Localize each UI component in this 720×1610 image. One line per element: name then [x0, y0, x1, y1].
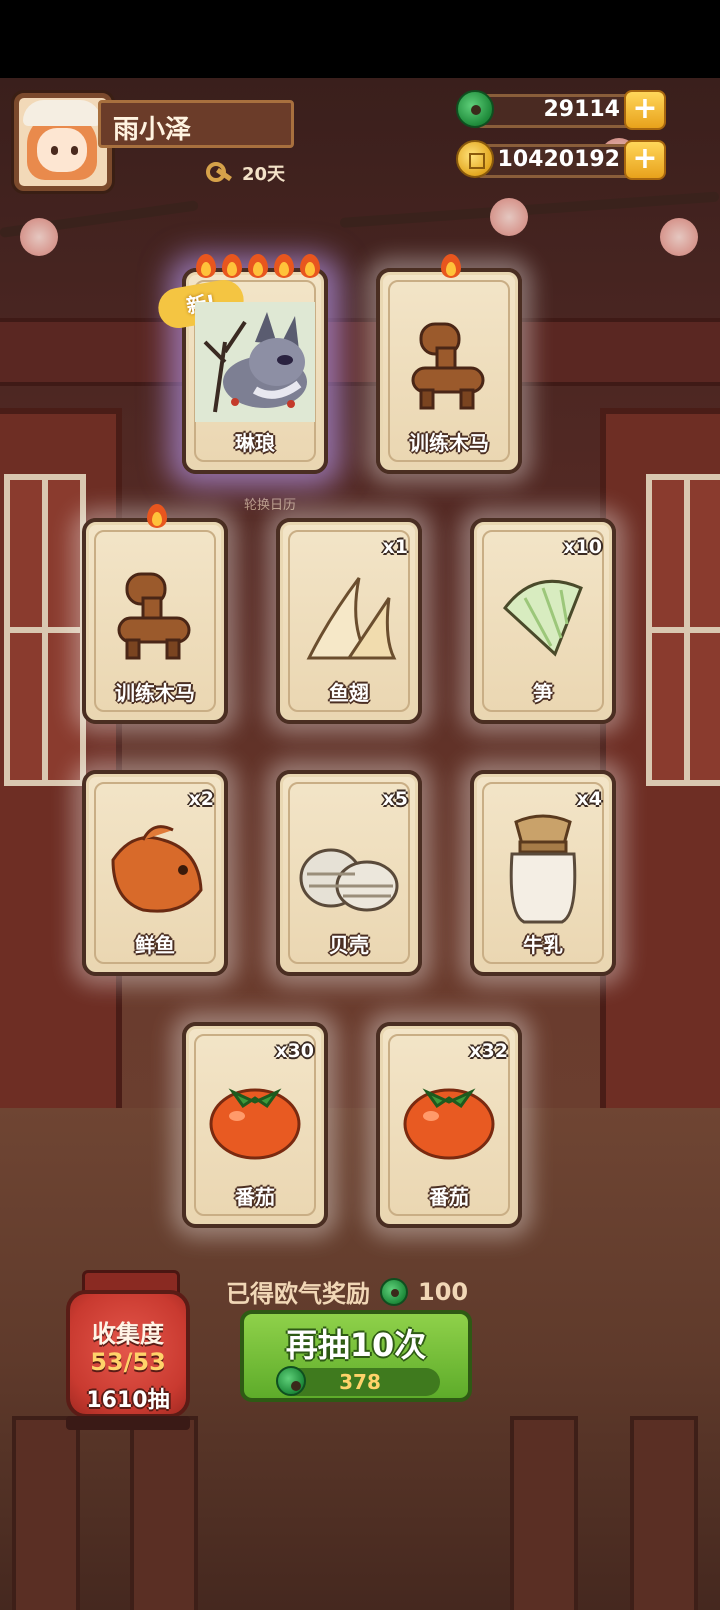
avatar-face: [37, 128, 87, 172]
card-quantity: x30: [275, 1040, 314, 1062]
door-lattice: [4, 474, 86, 786]
railing-post: [130, 1416, 198, 1610]
card-quantity: x2: [188, 788, 214, 810]
flame-icon: [298, 250, 322, 280]
reward-amount: 100: [418, 1277, 469, 1306]
bamboo-shoot-icon: [502, 579, 583, 657]
card-linlang[interactable]: 新! 琳琅: [155, 254, 328, 474]
card-label: 番茄: [429, 1185, 469, 1209]
avatar-eye: [71, 146, 78, 155]
gold-currency: 10420192 +: [456, 140, 666, 180]
card-milk[interactable]: x4 牛乳: [470, 770, 616, 976]
jade-coin-icon: [380, 1277, 408, 1306]
card-quantity: x10: [563, 536, 602, 558]
flame-icon: [194, 250, 218, 280]
flame-icon: [145, 500, 169, 530]
lantern-stand: [66, 1416, 190, 1430]
gold-coin-icon: [456, 140, 494, 178]
draw-cost-value: 378: [339, 1370, 381, 1394]
tree-branch: [339, 191, 720, 228]
card-label: 训练木马: [409, 431, 489, 455]
door-lattice: [646, 474, 720, 786]
avatar-hat: [23, 100, 101, 126]
collection-lantern[interactable]: 收集度 53/53 1610抽: [66, 1290, 190, 1418]
jade-coin-icon: [276, 1366, 306, 1396]
draw-again-label: 再抽10次: [285, 1326, 427, 1364]
card-label: 牛乳: [523, 933, 563, 957]
flame-icon: [272, 250, 296, 280]
right-door: [600, 408, 720, 1140]
card-shell[interactable]: x5 贝壳: [276, 770, 422, 976]
railing-post: [12, 1416, 80, 1610]
draw-again-button[interactable]: 再抽10次 378: [240, 1310, 472, 1402]
card-label: 鱼翅: [329, 681, 369, 705]
shark-fin-icon: [306, 577, 397, 660]
flame-icon: [220, 250, 244, 280]
rotation-calendar-label: 轮换日历: [244, 498, 297, 513]
card-tomato[interactable]: x32 番茄: [376, 1022, 522, 1228]
collection-progress: 53/53: [90, 1348, 166, 1376]
days-value: 20天: [242, 164, 286, 185]
fish-icon: [111, 825, 203, 913]
card-wooden-horse[interactable]: 训练木马: [376, 254, 522, 474]
add-gold-button[interactable]: +: [624, 140, 666, 180]
card-quantity: x32: [469, 1040, 508, 1062]
wooden-horse-icon: [411, 322, 485, 410]
blossom: [490, 198, 528, 236]
player-name-bar: 雨小泽: [98, 100, 294, 148]
days-counter: 20天: [204, 160, 285, 186]
wooden-horse-icon: [117, 572, 191, 660]
key-icon: [204, 160, 234, 186]
avatar-eye: [51, 146, 58, 155]
card-quantity: x1: [382, 536, 408, 558]
railing-post: [510, 1416, 578, 1610]
add-jade-button[interactable]: +: [624, 90, 666, 130]
card-label: 笋: [533, 681, 553, 705]
railing-post: [630, 1416, 698, 1610]
card-quantity: x4: [576, 788, 602, 810]
wall-beam: [0, 318, 720, 386]
wolf-character-icon: [195, 302, 315, 422]
card-wooden-horse[interactable]: 训练木马: [82, 504, 228, 724]
card-label: 贝壳: [329, 933, 369, 957]
tomato-icon: [403, 1088, 495, 1160]
card-tomato[interactable]: x30 番茄: [182, 1022, 328, 1228]
collection-draws: 1610抽: [86, 1388, 170, 1413]
player-name: 雨小泽: [113, 115, 192, 145]
collection-title: 收集度: [92, 1320, 164, 1348]
reward-text: 已得欧气奖励: [226, 1280, 370, 1308]
card-label: 琳琅: [235, 431, 275, 455]
flame-icon: [246, 250, 270, 280]
jade-currency: 29114 +: [456, 90, 666, 130]
jade-coin-icon: [456, 90, 494, 128]
card-label: 番茄: [235, 1185, 275, 1209]
card-shark-fin[interactable]: x1 鱼翅: [276, 518, 422, 724]
card-label: 训练木马: [115, 681, 195, 705]
gold-value: 10420192: [497, 147, 620, 172]
card-label: 鲜鱼: [135, 933, 175, 957]
jade-value: 29114: [543, 97, 620, 122]
card-bamboo-shoot[interactable]: x10 笋: [470, 518, 616, 724]
blossom: [660, 218, 698, 256]
flame-icon: [439, 250, 463, 280]
card-fish[interactable]: x2 鲜鱼: [82, 770, 228, 976]
tomato-icon: [209, 1088, 301, 1160]
luck-reward: 已得欧气奖励 100: [226, 1274, 468, 1309]
shell-icon: [299, 848, 399, 912]
milk-jar-icon: [509, 814, 577, 924]
card-quantity: x5: [382, 788, 408, 810]
draw-cost: 378: [276, 1366, 440, 1396]
blossom: [20, 218, 58, 256]
